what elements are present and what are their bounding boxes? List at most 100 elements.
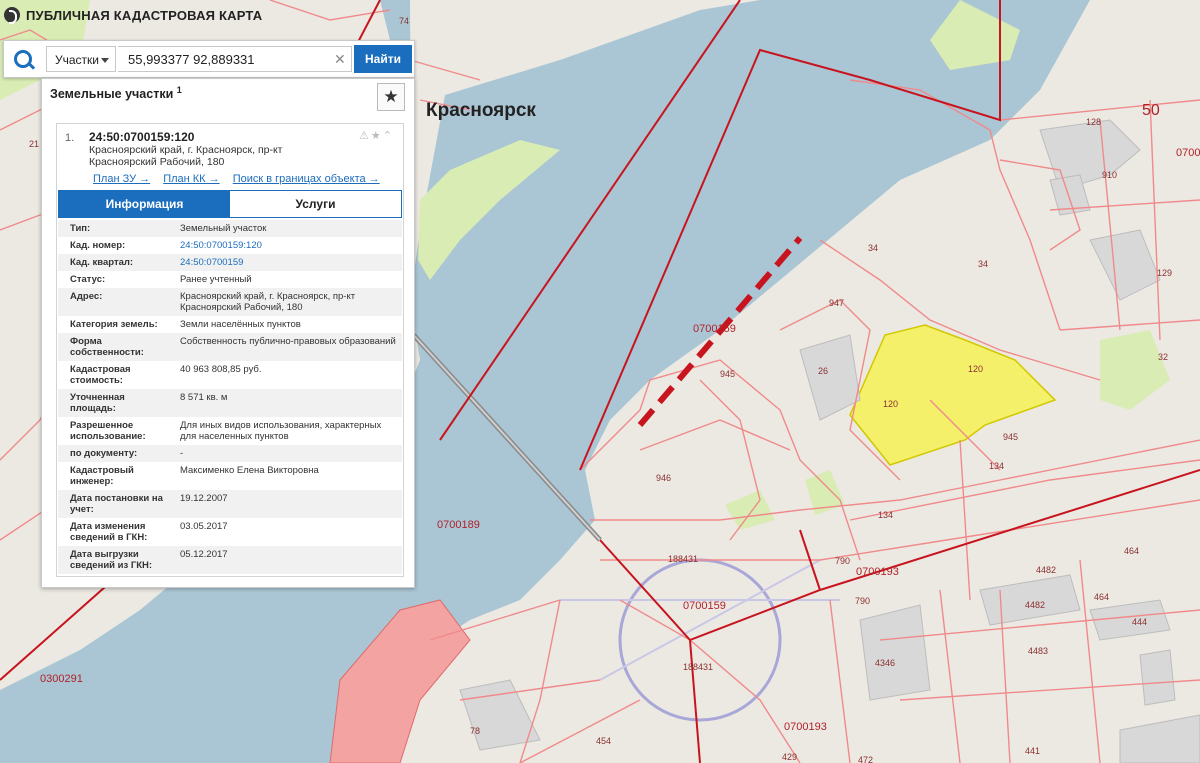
parcel-label: 441 — [1025, 746, 1040, 756]
results-panel: Земельные участки 1 ★ 1. 24:50:0700159:1… — [41, 78, 415, 588]
info-key: Статус: — [70, 274, 106, 285]
info-value: Для иных видов использования, характерны… — [180, 420, 382, 442]
app-title: ПУБЛИЧНАЯ КАДАСТРОВАЯ КАРТА — [26, 7, 263, 23]
parcel-links: План ЗУ → План КК → Поиск в границах объ… — [93, 173, 390, 185]
info-key: Кад. номер: — [70, 240, 126, 251]
quarter-label: 0700193 — [784, 721, 827, 733]
info-row: Кадастровая стоимость: 40 963 808,85 руб. — [58, 361, 402, 389]
info-row: Разрешенное использование: Для иных видов… — [58, 417, 402, 445]
card-action-icons: ⚠★⌃ — [359, 129, 394, 142]
link-plan-zu[interactable]: План ЗУ → — [93, 173, 150, 185]
info-row: по документу: - — [58, 445, 402, 462]
info-key: Адрес: — [70, 291, 103, 302]
info-value: Земельный участок — [180, 223, 267, 234]
parcel-card[interactable]: 1. 24:50:0700159:120 Красноярский край, … — [56, 123, 404, 577]
info-row: Дата выгрузки сведений из ГКН: 05.12.2017 — [58, 546, 402, 574]
parcel-label: 188431 — [683, 662, 713, 672]
info-key: Тип: — [70, 223, 91, 234]
search-type-dropdown[interactable]: Участки — [46, 46, 116, 72]
close-icon[interactable]: ✕ — [334, 52, 346, 66]
parcel-label: 34 — [978, 259, 988, 269]
info-row: Форма собственности: Собственность публич… — [58, 333, 402, 361]
parcel-label: 790 — [855, 596, 870, 606]
parcel-label: 4482 — [1036, 565, 1056, 575]
parcel-label: 464 — [1094, 592, 1109, 602]
info-row: Дата изменения сведений в ГКН: 03.05.2017 — [58, 518, 402, 546]
info-row: Адрес: Красноярский край, г. Красноярск, … — [58, 288, 402, 316]
quarter-label: 50 — [1142, 102, 1160, 119]
parcel-label: 129 — [1157, 268, 1172, 278]
collapse-icon[interactable]: ⌃ — [383, 130, 394, 142]
building — [1139, 649, 1176, 706]
parcel-label: 429 — [782, 752, 797, 762]
parcel-label: 120 — [968, 364, 983, 374]
search-icon[interactable] — [14, 50, 32, 68]
info-row: Дата постановки на учет: 19.12.2007 — [58, 490, 402, 518]
info-value[interactable]: 24:50:0700159:120 — [176, 237, 402, 254]
info-value: 40 963 808,85 руб. — [180, 364, 262, 375]
info-value: Красноярский край, г. Красноярск, пр-кт … — [180, 291, 356, 313]
parcel-label: 945 — [1003, 432, 1018, 442]
parcel-label: 134 — [989, 461, 1004, 471]
parcel-label: 4483 — [1028, 646, 1048, 656]
building — [859, 604, 931, 701]
results-heading: Земельные участки 1 — [50, 85, 182, 101]
parcel-label: 26 — [818, 366, 828, 376]
info-key: Разрешенное использование: — [70, 420, 146, 442]
results-heading-text: Земельные участки — [50, 87, 174, 102]
info-value: 19.12.2007 — [180, 493, 228, 504]
quarter-label: 0300291 — [40, 673, 83, 685]
chevron-down-icon — [101, 58, 109, 63]
info-value: Собственность публично-правовых образова… — [180, 336, 396, 347]
warning-icon[interactable]: ⚠ — [359, 130, 371, 142]
tab-information[interactable]: Информация — [59, 191, 230, 217]
parcel-label: 945 — [720, 369, 735, 379]
star-outline-icon[interactable]: ★ — [371, 130, 383, 142]
parcel-label: 910 — [1102, 170, 1117, 180]
parcel-info-table: Тип: Земельный участок Кад. номер: 24:50:07… — [58, 220, 402, 574]
search-bar: Участки ✕ Найти — [3, 40, 415, 78]
info-key: Дата выгрузки сведений из ГКН: — [70, 549, 153, 571]
search-type-label: Участки — [55, 53, 99, 67]
info-value: Ранее учтенный — [180, 274, 252, 285]
info-row: Кадастровый инженер: Максименко Елена Вик… — [58, 462, 402, 490]
parcel-label: 947 — [829, 298, 844, 308]
info-key: Уточненная площадь: — [70, 392, 125, 414]
parcel-label: 4346 — [875, 658, 895, 668]
quarter-label: 0700189 — [437, 519, 480, 531]
info-value: Земли населённых пунктов — [180, 319, 301, 330]
star-icon: ★ — [383, 87, 399, 106]
info-row: Кад. номер: 24:50:0700159:120 — [58, 237, 402, 254]
quarter-label: 0700 — [1176, 147, 1200, 159]
quarter-label: 0700159 — [683, 600, 726, 612]
info-value: - — [180, 448, 184, 459]
info-row: Уточненная площадь: 8 571 кв. м — [58, 389, 402, 417]
quarter-label: 0700193 — [856, 566, 899, 578]
info-row: Тип: Земельный участок — [58, 220, 402, 237]
info-value: 05.12.2017 — [180, 549, 228, 560]
search-button[interactable]: Найти — [354, 45, 412, 73]
link-search-in-bounds[interactable]: Поиск в границах объекта → — [233, 173, 380, 185]
info-value[interactable]: 24:50:0700159 — [176, 254, 402, 271]
city-label: Красноярск — [426, 100, 536, 121]
parcel-label: 21 — [29, 139, 39, 149]
parcel-address: Красноярский край, г. Красноярск, пр-кт … — [89, 144, 283, 168]
info-tabs: Информация Услуги — [58, 190, 402, 218]
link-plan-kk[interactable]: План КК → — [163, 173, 219, 185]
info-key: по документу: — [70, 448, 138, 459]
parcel-label: 454 — [596, 736, 611, 746]
quarter-label: 0700159 — [693, 323, 736, 335]
favorite-star-button[interactable]: ★ — [377, 83, 405, 111]
parcel-label: 444 — [1132, 617, 1147, 627]
parcel-label: 74 — [399, 16, 409, 26]
parcel-label: 32 — [1158, 352, 1168, 362]
result-index: 1. — [65, 132, 75, 144]
info-value: 03.05.2017 — [180, 521, 228, 532]
info-key: Кадастровая стоимость: — [70, 364, 131, 386]
search-input[interactable] — [118, 46, 352, 72]
pkk-logo-icon — [4, 7, 20, 24]
tab-services[interactable]: Услуги — [230, 191, 401, 217]
info-key: Кадастровый инженер: — [70, 465, 134, 487]
info-key: Форма собственности: — [70, 336, 144, 358]
info-key: Дата постановки на учет: — [70, 493, 163, 515]
